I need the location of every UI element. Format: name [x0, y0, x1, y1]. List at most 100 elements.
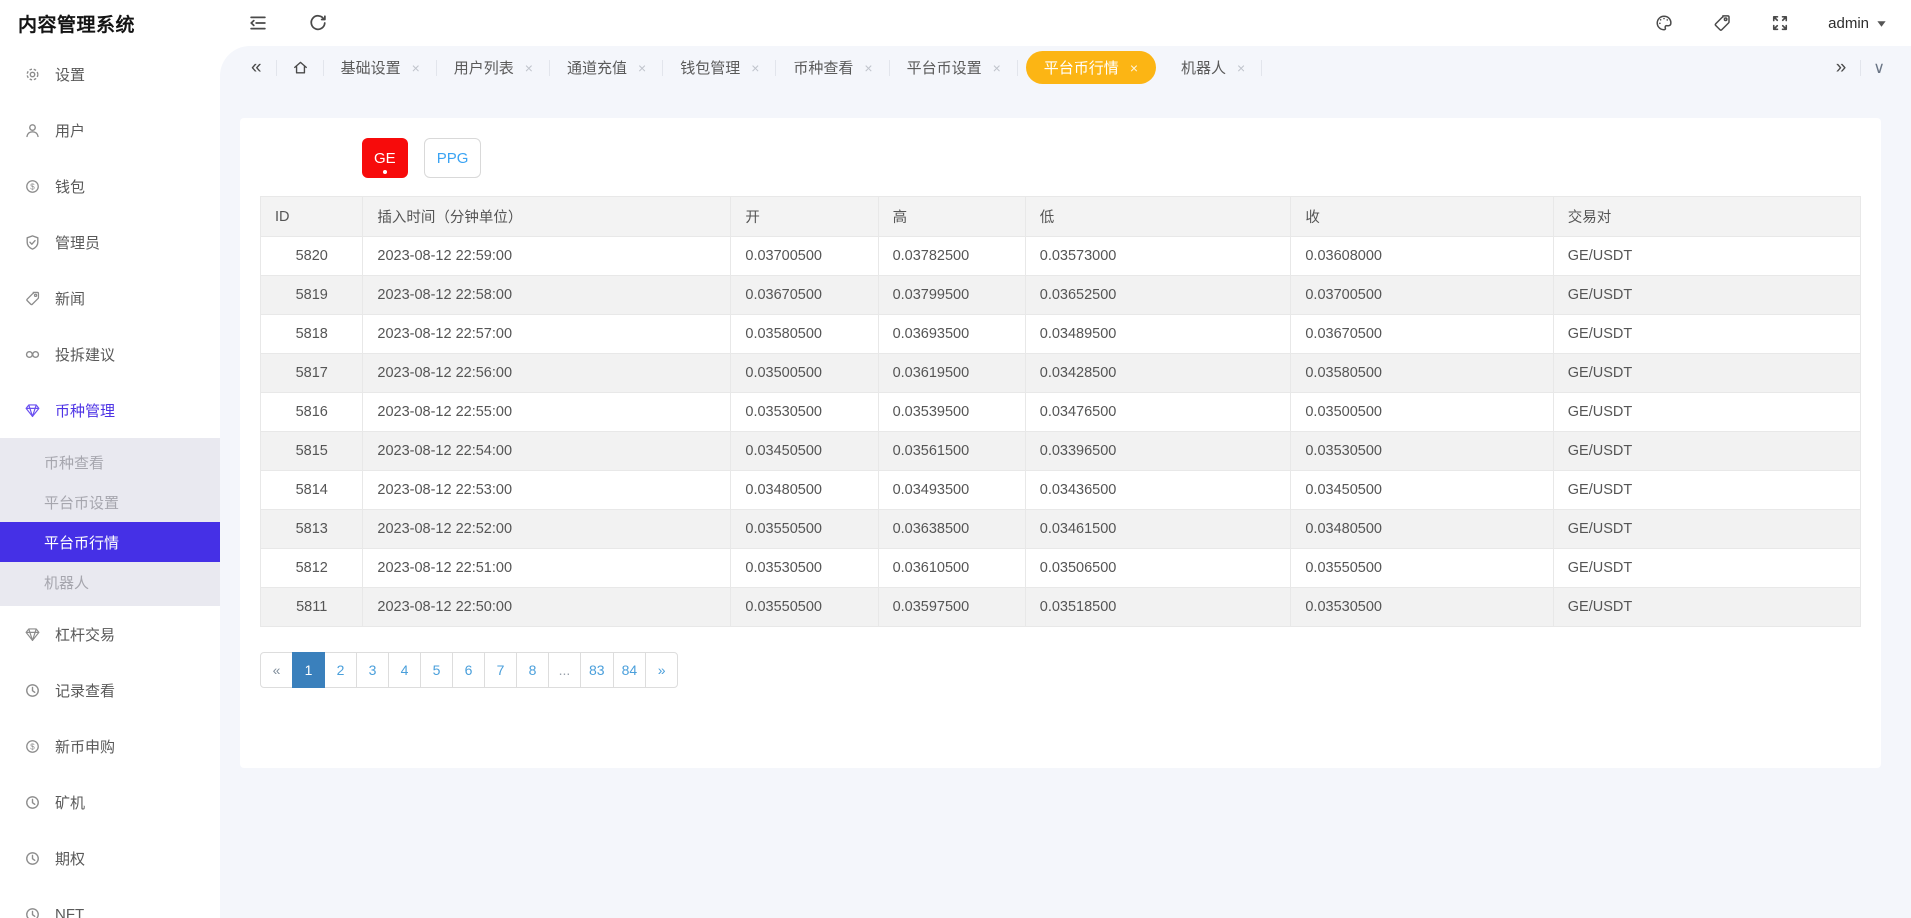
tab-bar: « 基础设置×用户列表×通道充值×钱包管理×币种查看×平台币设置×平台币行情×机…	[220, 46, 1911, 89]
svg-text:$: $	[30, 742, 35, 751]
tab-3[interactable]: 钱包管理×	[663, 46, 776, 89]
sidebar-item-5[interactable]: 投拆建议	[0, 326, 220, 382]
cell-4: 0.03476500	[1025, 393, 1291, 432]
tab-1[interactable]: 用户列表 ×	[437, 46, 550, 89]
fullscreen-icon[interactable]	[1770, 13, 1790, 33]
cell-1: 2023-08-12 22:54:00	[363, 432, 731, 471]
tab-label: 用户列表	[454, 57, 514, 78]
tab-5[interactable]: 平台币设置×	[890, 46, 1018, 89]
close-icon[interactable]: ×	[993, 61, 1001, 75]
cell-0: 5812	[261, 549, 363, 588]
page-8[interactable]: 8	[516, 652, 549, 688]
coin-tab-PPG[interactable]: PPG	[424, 138, 482, 178]
cell-0: 5814	[261, 471, 363, 510]
sidebar-item-12[interactable]: 记录查看	[0, 662, 220, 718]
sidebar-item-2[interactable]: $钱包	[0, 158, 220, 214]
cell-5: 0.03608000	[1291, 237, 1553, 276]
page-7[interactable]: 7	[484, 652, 517, 688]
sidebar-item-label: 用户	[55, 120, 85, 141]
sidebar-subitem-8[interactable]: 平台币设置	[0, 482, 220, 522]
close-icon[interactable]: ×	[525, 61, 533, 75]
cell-3: 0.03782500	[878, 237, 1025, 276]
sidebar-subitem-10[interactable]: 机器人	[0, 562, 220, 602]
sidebar-submenu: 币种查看平台币设置平台币行情机器人	[0, 438, 220, 606]
sidebar-item-4[interactable]: 新闻	[0, 270, 220, 326]
gear-icon	[24, 66, 41, 83]
page-83[interactable]: 83	[580, 652, 614, 688]
column-header-5: 收	[1291, 197, 1553, 237]
sidebar-subitem-9[interactable]: 平台币行情	[0, 522, 220, 562]
page-6[interactable]: 6	[452, 652, 485, 688]
cell-2: 0.03700500	[731, 237, 878, 276]
table-header: ID插入时间（分钟单位）开高低收交易对	[261, 197, 1861, 237]
close-icon[interactable]: ×	[412, 61, 420, 75]
close-icon[interactable]: ×	[638, 61, 646, 75]
sidebar-item-11[interactable]: 杠杆交易	[0, 606, 220, 662]
sidebar-item-3[interactable]: 管理员	[0, 214, 220, 270]
page-84[interactable]: 84	[613, 652, 647, 688]
tab-7[interactable]: 机器人 ×	[1164, 46, 1262, 89]
tab-0[interactable]: 基础设置×	[324, 46, 437, 89]
page-3[interactable]: 3	[356, 652, 389, 688]
sidebar-item-label: 管理员	[55, 232, 100, 253]
page-5[interactable]: 5	[420, 652, 453, 688]
tag-icon	[24, 290, 41, 307]
menu-fold-icon[interactable]	[248, 13, 268, 33]
page-1[interactable]: 1	[292, 652, 325, 688]
sidebar-item-1[interactable]: 用户	[0, 102, 220, 158]
sidebar-item-6[interactable]: 币种管理	[0, 382, 220, 438]
caret-down-icon	[1876, 18, 1887, 29]
column-header-1: 插入时间（分钟单位）	[363, 197, 731, 237]
cell-5: 0.03700500	[1291, 276, 1553, 315]
cell-6: GE/USDT	[1553, 471, 1860, 510]
sidebar-item-15[interactable]: 期权	[0, 830, 220, 886]
sidebar-subitem-7[interactable]: 币种查看	[0, 442, 220, 482]
tab-label: 通道充值	[567, 57, 627, 78]
close-icon[interactable]: ×	[1237, 61, 1245, 75]
tab-2[interactable]: 通道充值 ×	[550, 46, 663, 89]
tabs-scroll-left-icon[interactable]: «	[236, 46, 277, 89]
tag-icon[interactable]	[1712, 13, 1732, 33]
sidebar-item-label: NFT	[55, 906, 84, 918]
close-icon[interactable]: ×	[1130, 61, 1138, 75]
tab-label: 机器人	[1181, 57, 1226, 78]
page-prev[interactable]: «	[260, 652, 293, 688]
cell-3: 0.03799500	[878, 276, 1025, 315]
cell-5: 0.03450500	[1291, 471, 1553, 510]
cell-3: 0.03539500	[878, 393, 1025, 432]
cell-6: GE/USDT	[1553, 432, 1860, 471]
cell-4: 0.03518500	[1025, 588, 1291, 627]
tabs-scroll-right-icon[interactable]: »	[1821, 46, 1862, 89]
column-header-2: 开	[731, 197, 878, 237]
tabs-more-icon[interactable]: ∨	[1861, 58, 1897, 78]
close-icon[interactable]: ×	[751, 61, 759, 75]
sidebar-item-16[interactable]: NFT	[0, 886, 220, 918]
tab-6[interactable]: 平台币行情×	[1026, 51, 1156, 84]
top-bar: 内容管理系统	[0, 0, 1911, 46]
cell-3: 0.03638500	[878, 510, 1025, 549]
cell-3: 0.03610500	[878, 549, 1025, 588]
table-row: 58152023-08-12 22:54:000.034505000.03561…	[261, 432, 1861, 471]
sidebar-item-13[interactable]: $新币申购	[0, 718, 220, 774]
sidebar-item-0[interactable]: 设置	[0, 46, 220, 102]
home-icon[interactable]	[277, 46, 324, 89]
sidebar-item-label: 期权	[55, 848, 85, 869]
cell-2: 0.03530500	[731, 549, 878, 588]
refresh-icon[interactable]	[308, 13, 328, 33]
sidebar-item-14[interactable]: 矿机	[0, 774, 220, 830]
tab-4[interactable]: 币种查看×	[776, 46, 889, 89]
table-row: 58172023-08-12 22:56:000.035005000.03619…	[261, 354, 1861, 393]
cell-1: 2023-08-12 22:51:00	[363, 549, 731, 588]
sidebar-item-label: 记录查看	[55, 680, 115, 701]
page-2[interactable]: 2	[324, 652, 357, 688]
close-icon[interactable]: ×	[864, 61, 872, 75]
coin-tab-GE[interactable]: GE	[362, 138, 408, 178]
coin-icon: $	[24, 738, 41, 755]
page-4[interactable]: 4	[388, 652, 421, 688]
user-menu[interactable]: admin	[1828, 15, 1887, 32]
palette-icon[interactable]	[1654, 13, 1674, 33]
table-row: 58202023-08-12 22:59:000.037005000.03782…	[261, 237, 1861, 276]
cell-2: 0.03550500	[731, 588, 878, 627]
page-next[interactable]: »	[645, 652, 678, 688]
page-ellipsis: ...	[548, 652, 581, 688]
